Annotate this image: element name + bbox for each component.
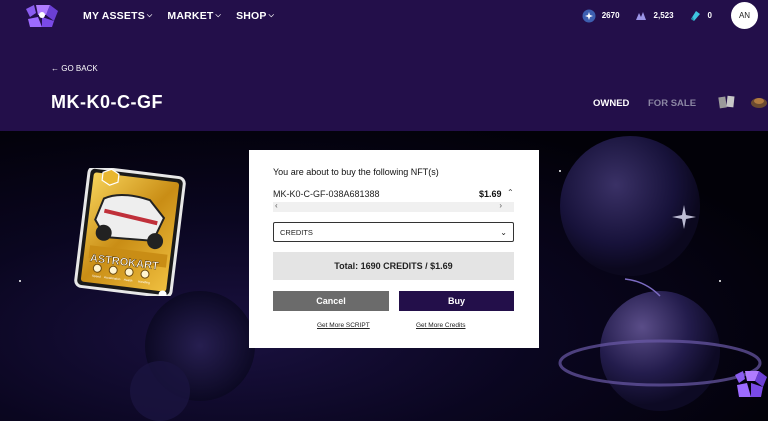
horizontal-scrollbar[interactable]: ‹ › xyxy=(273,201,514,212)
cards-view-icon[interactable] xyxy=(718,95,736,109)
brand-watermark-logo xyxy=(735,371,767,397)
nav-shop[interactable]: SHOP ⌵ xyxy=(236,10,274,22)
currency-select[interactable]: CREDITS ⌄ xyxy=(273,222,514,242)
scroll-up-icon[interactable]: ⌃ xyxy=(507,188,514,197)
page-header: ← GO BACK MK-K0-C-GF OWNED FOR SALE xyxy=(0,31,768,131)
tab-owned[interactable]: OWNED xyxy=(593,98,629,109)
nft-item-price: $1.69 xyxy=(479,189,502,199)
script-icon xyxy=(635,11,646,20)
top-nav-bar: MY ASSETS ⌵ MARKET ⌵ SHOP ⌵ 2670 2,523 0… xyxy=(0,0,768,31)
get-more-credits-link[interactable]: Get More Credits xyxy=(416,322,466,329)
currency-stats: 2670 2,523 0 xyxy=(582,0,712,31)
scroll-left-icon[interactable]: ‹ xyxy=(275,201,278,210)
chevron-down-icon: ⌵ xyxy=(146,11,153,19)
nav-shop-label: SHOP xyxy=(236,9,267,22)
nav-market[interactable]: MARKET ⌵ xyxy=(167,10,221,22)
modal-heading: You are about to buy the following NFT(s… xyxy=(273,167,439,177)
buy-button[interactable]: Buy xyxy=(399,291,514,311)
nft-card[interactable]: Speed Acceleration Health Handling ASTRO… xyxy=(66,168,194,296)
nft-item-id: MK-K0-C-GF-038A681388 xyxy=(273,189,380,199)
stat-script-value: 2,523 xyxy=(653,11,674,20)
currency-select-value: CREDITS xyxy=(280,227,313,237)
tab-for-sale[interactable]: FOR SALE xyxy=(648,98,696,109)
gem-icon xyxy=(690,10,700,21)
chevron-down-icon: ⌵ xyxy=(268,11,275,19)
user-avatar[interactable]: AN xyxy=(731,2,758,29)
credits-icon xyxy=(582,9,596,22)
get-more-script-link[interactable]: Get More SCRIPT xyxy=(317,322,370,329)
nav-my-assets[interactable]: MY ASSETS ⌵ xyxy=(83,10,152,22)
stat-gems[interactable]: 0 xyxy=(688,9,712,23)
chevron-down-icon: ⌵ xyxy=(215,11,222,19)
stat-gems-value: 0 xyxy=(707,11,712,20)
kart-view-icon[interactable] xyxy=(750,95,768,109)
stat-script[interactable]: 2,523 xyxy=(634,9,674,23)
main-nav: MY ASSETS ⌵ MARKET ⌵ SHOP ⌵ xyxy=(83,0,274,31)
go-back-link[interactable]: ← GO BACK xyxy=(51,64,98,73)
purchase-modal: You are about to buy the following NFT(s… xyxy=(249,150,539,348)
brand-logo[interactable] xyxy=(22,3,62,29)
total-summary: Total: 1690 CREDITS / $1.69 xyxy=(273,252,514,280)
stat-credits[interactable]: 2670 xyxy=(582,9,620,23)
page-title: MK-K0-C-GF xyxy=(51,92,163,112)
cancel-button[interactable]: Cancel xyxy=(273,291,389,311)
stat-credits-value: 2670 xyxy=(601,11,620,20)
chevron-down-icon: ⌄ xyxy=(500,227,507,237)
page: MY ASSETS ⌵ MARKET ⌵ SHOP ⌵ 2670 2,523 0… xyxy=(0,0,768,421)
scroll-right-icon[interactable]: › xyxy=(499,201,502,210)
nav-my-assets-label: MY ASSETS xyxy=(83,9,145,22)
nav-market-label: MARKET xyxy=(167,9,214,22)
